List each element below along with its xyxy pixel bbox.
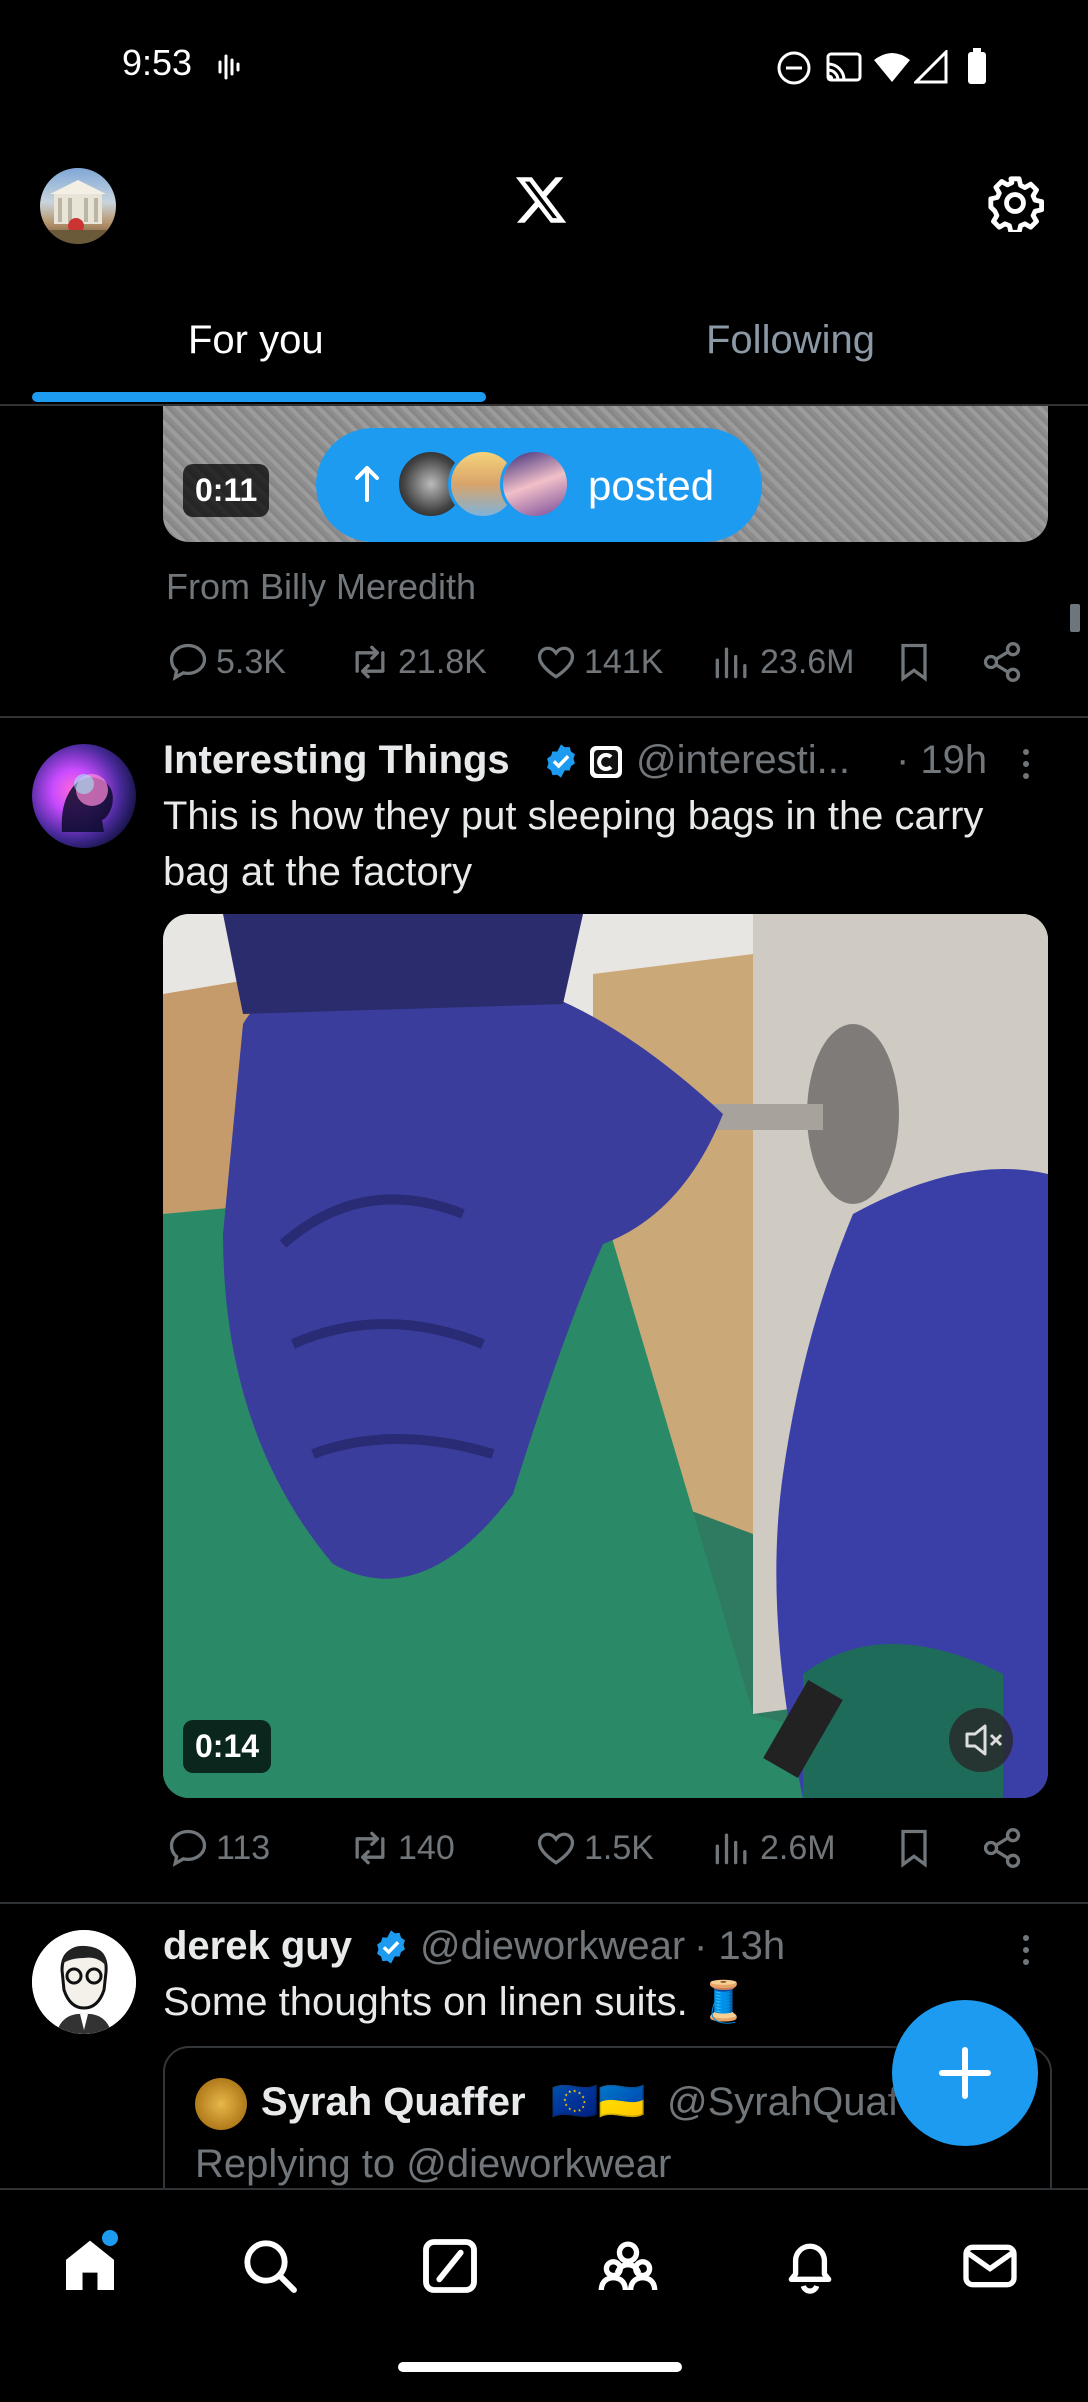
signal-icon: [914, 50, 948, 84]
reply-icon: [169, 1829, 207, 1867]
affiliate-badge-icon: [588, 744, 624, 780]
share-button[interactable]: [980, 640, 1024, 684]
profile-avatar[interactable]: [40, 168, 116, 244]
author-handle[interactable]: @dieworkwear: [420, 1924, 685, 1969]
bookmark-icon: [901, 1829, 927, 1868]
video-duration-badge: 0:11: [183, 464, 270, 517]
more-options-icon[interactable]: [1016, 746, 1036, 782]
heart-icon: [537, 1832, 575, 1865]
like-count: 141K: [584, 642, 664, 681]
post-time: · 19h: [896, 738, 988, 782]
bookmark-button[interactable]: [892, 1826, 936, 1870]
views-icon: [715, 647, 747, 679]
communities-icon[interactable]: [596, 2234, 660, 2298]
like-button[interactable]: 141K: [534, 640, 663, 684]
heart-icon: [537, 646, 575, 679]
arrow-up-icon: [354, 464, 380, 504]
repost-icon: [355, 1831, 385, 1865]
share-icon: [983, 1828, 1021, 1868]
more-options-icon[interactable]: [1016, 1932, 1036, 1968]
status-time: 9:53: [122, 42, 193, 83]
grok-icon[interactable]: [418, 2234, 482, 2298]
from-attribution: From Billy Meredith: [166, 566, 477, 607]
compose-button[interactable]: [892, 2000, 1038, 2146]
post-time: · 13h: [694, 1924, 786, 1968]
quote-author-flags: 🇪🇺🇺🇦: [551, 2081, 646, 2123]
speaker-muted-icon: [965, 1724, 1003, 1756]
mute-button[interactable]: [949, 1708, 1013, 1772]
video-frame: [163, 914, 1048, 1798]
quote-author-handle: @SyrahQuaf: [667, 2080, 899, 2124]
author-name[interactable]: Interesting Things: [163, 738, 510, 783]
post-text: This is how they put sleeping bags in th…: [163, 788, 1043, 900]
reply-count: 5.3K: [216, 642, 286, 681]
avatar: [195, 2078, 247, 2130]
tab-for-you[interactable]: For you: [188, 318, 324, 363]
repost-icon: [355, 645, 385, 679]
repost-count: 140: [398, 1828, 455, 1867]
avatar: [500, 449, 570, 519]
author-handle[interactable]: @interesti...: [636, 738, 850, 783]
views-count: 2.6M: [760, 1828, 836, 1867]
author-name[interactable]: derek guy: [163, 1924, 352, 1969]
bookmark-button[interactable]: [892, 640, 936, 684]
reply-button[interactable]: 5.3K: [166, 640, 286, 684]
search-icon[interactable]: [238, 2234, 302, 2298]
like-count: 1.5K: [584, 1828, 654, 1867]
author-avatar[interactable]: [32, 744, 136, 848]
scrollbar-thumb[interactable]: [1070, 604, 1080, 632]
replying-to-label: Replying to @dieworkwear: [195, 2142, 672, 2186]
notifications-icon[interactable]: [778, 2234, 842, 2298]
new-posts-pill[interactable]: posted: [316, 428, 762, 542]
bookmark-icon: [901, 643, 927, 682]
active-tab-indicator: [32, 392, 486, 402]
reply-count: 113: [216, 1828, 271, 1867]
post-text: Some thoughts on linen suits. 🧵: [163, 1980, 749, 2024]
repost-count: 21.8K: [398, 642, 487, 681]
share-button[interactable]: [980, 1826, 1024, 1870]
posted-label: posted: [588, 462, 715, 509]
author-avatar[interactable]: [32, 1930, 136, 2034]
messages-icon[interactable]: [958, 2234, 1022, 2298]
verified-badge-icon: [542, 742, 580, 780]
reply-icon: [169, 643, 207, 681]
repost-button[interactable]: 140: [348, 1826, 455, 1870]
views-count: 23.6M: [760, 642, 855, 681]
quote-author-name: Syrah Quaffer: [261, 2080, 526, 2124]
repost-button[interactable]: 21.8K: [348, 640, 487, 684]
home-icon[interactable]: [58, 2230, 122, 2298]
like-button[interactable]: 1.5K: [534, 1826, 654, 1870]
post2-video[interactable]: 0:14: [163, 914, 1048, 1798]
x-logo-icon[interactable]: [512, 172, 570, 228]
views-button[interactable]: 2.6M: [710, 1826, 836, 1870]
views-icon: [715, 1833, 747, 1865]
cast-icon: [824, 50, 864, 86]
dnd-icon: [776, 50, 812, 86]
post-divider: [0, 716, 1088, 718]
reply-button[interactable]: 113: [166, 1826, 270, 1870]
share-icon: [983, 642, 1021, 682]
views-button[interactable]: 23.6M: [710, 640, 855, 684]
post-divider: [0, 1902, 1088, 1904]
notification-dot: [102, 2230, 118, 2246]
video-duration-badge: 0:14: [183, 1720, 272, 1773]
wifi-icon: [872, 50, 912, 84]
gear-icon: [988, 176, 1044, 232]
gesture-home-bar[interactable]: [398, 2362, 682, 2372]
plus-icon: [939, 2047, 991, 2099]
sound-wave-icon: [218, 52, 242, 82]
post-text-line: This is how they put sleeping bags in th…: [163, 794, 984, 838]
settings-button[interactable]: [986, 174, 1044, 232]
battery-icon: [966, 48, 988, 86]
post-text-line: bag at the factory: [163, 850, 473, 894]
tab-following[interactable]: Following: [706, 318, 875, 363]
verified-badge-icon: [372, 1928, 410, 1966]
